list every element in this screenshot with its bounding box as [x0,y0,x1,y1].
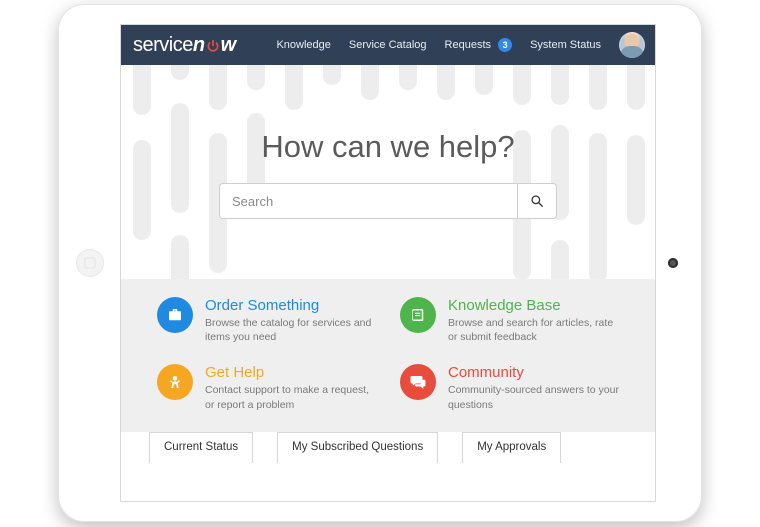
card-title: Community [448,364,619,381]
bottom-tabs: Current Status My Subscribed Questions M… [121,432,655,463]
hero-content: How can we help? [121,65,655,219]
card-get-help[interactable]: Get Help Contact support to make a reque… [157,364,376,411]
card-title: Get Help [205,364,376,381]
header-bar: service n w Knowledge Service Catalog Re… [121,25,655,65]
requests-count-badge: 3 [498,38,512,52]
card-community[interactable]: Community Community-sourced answers to y… [400,364,619,411]
card-order-something[interactable]: Order Something Browse the catalog for s… [157,297,376,344]
tab-my-approvals[interactable]: My Approvals [462,432,561,463]
brand-part1: service [133,34,193,57]
card-title: Order Something [205,297,376,314]
header-nav: Knowledge Service Catalog Requests 3 Sys… [276,32,645,58]
nav-requests-label: Requests [445,39,491,51]
nav-system-status[interactable]: System Status [530,39,601,51]
bg-pill [551,240,569,279]
tab-subscribed-questions[interactable]: My Subscribed Questions [277,432,438,463]
search-bar [219,183,557,219]
user-avatar[interactable] [619,32,645,58]
brand-part3: w [221,34,236,57]
card-knowledge-base[interactable]: Knowledge Base Browse and search for art… [400,297,619,344]
tablet-frame: service n w Knowledge Service Catalog Re… [58,4,702,522]
card-desc: Contact support to make a request, or re… [205,383,376,411]
search-icon [530,194,544,208]
card-desc: Browse and search for articles, rate or … [448,316,619,344]
hero-title: How can we help? [121,129,655,165]
nav-requests[interactable]: Requests 3 [445,38,513,52]
card-desc: Community-sourced answers to your questi… [448,383,619,411]
book-icon [400,297,436,333]
tablet-home-button [76,249,104,277]
briefcase-icon [157,297,193,333]
card-desc: Browse the catalog for services and item… [205,316,376,344]
tab-current-status[interactable]: Current Status [149,432,253,463]
card-title: Knowledge Base [448,297,619,314]
quick-links-grid: Order Something Browse the catalog for s… [121,279,655,432]
app-screen: service n w Knowledge Service Catalog Re… [120,24,656,502]
brand-logo[interactable]: service n w [133,34,236,57]
bg-pill [171,235,189,279]
search-input[interactable] [219,183,517,219]
person-icon [157,364,193,400]
search-button[interactable] [517,183,557,219]
hero-section: How can we help? [121,65,655,279]
tablet-camera [668,258,678,268]
brand-part2: n [193,34,205,57]
chat-icon [400,364,436,400]
nav-knowledge[interactable]: Knowledge [276,39,330,51]
nav-service-catalog[interactable]: Service Catalog [349,39,427,51]
power-icon [206,39,220,53]
